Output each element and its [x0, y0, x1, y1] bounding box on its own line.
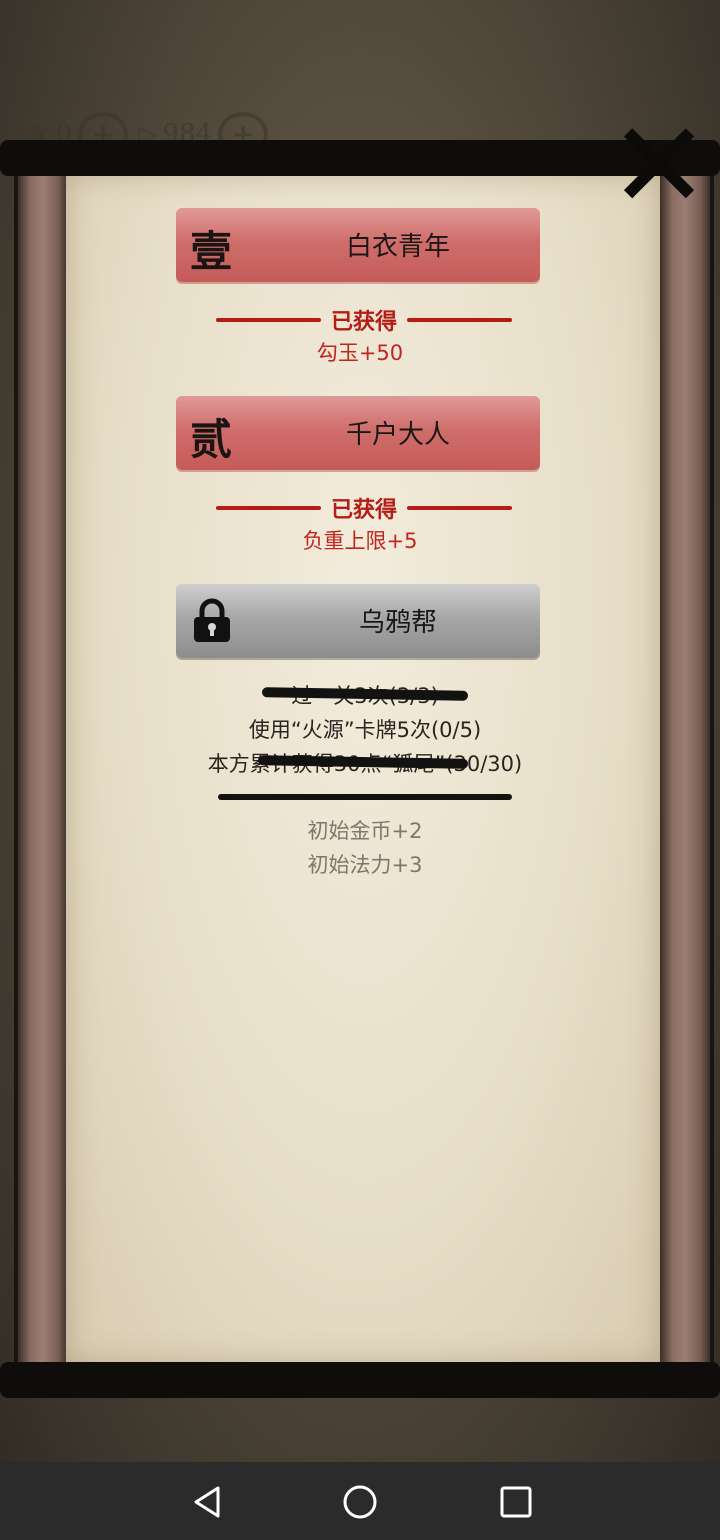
- home-circle-icon[interactable]: [340, 1482, 380, 1522]
- tier-1-banner[interactable]: 壹 白衣青年: [176, 208, 540, 282]
- close-icon: ✕: [608, 97, 710, 236]
- status-rule-right: [407, 506, 513, 510]
- tier-3-title: 乌鸦帮: [358, 608, 437, 638]
- tier-2-reward: 负重上限+5: [302, 529, 418, 553]
- system-nav-bar: [0, 1462, 720, 1540]
- bonus-2: 初始法力+3: [307, 853, 423, 877]
- bonus-divider: [218, 794, 512, 800]
- tier-1-status: 已获得: [216, 302, 513, 338]
- tier-2-banner[interactable]: 贰 千户大人: [176, 396, 540, 470]
- lock-icon: [194, 598, 230, 642]
- tier-1-reward: 勾玉+50: [316, 341, 404, 365]
- tier-2-number: 贰: [190, 415, 233, 464]
- tier-3-banner[interactable]: 乌鸦帮: [176, 584, 540, 658]
- tier-2-title: 千户大人: [345, 420, 450, 450]
- bonus-1: 初始金币+2: [307, 819, 423, 843]
- tier-1-title: 白衣青年: [345, 232, 450, 262]
- close-button[interactable]: ✕: [604, 102, 714, 232]
- recent-square-icon[interactable]: [496, 1482, 536, 1522]
- status-rule-left: [216, 318, 321, 322]
- tier-2-status: 已获得: [216, 490, 513, 526]
- tier-1-number: 壹: [190, 227, 233, 276]
- status-rule-left: [216, 506, 321, 510]
- task-2: 使用“火源”卡牌5次(0/5): [248, 718, 482, 742]
- tier-2-status-label: 已获得: [331, 497, 398, 523]
- tier-1-status-label: 已获得: [331, 309, 398, 335]
- back-triangle-icon[interactable]: [188, 1482, 228, 1522]
- status-rule-right: [407, 318, 513, 322]
- scroll-bottom-bar: [0, 1362, 720, 1398]
